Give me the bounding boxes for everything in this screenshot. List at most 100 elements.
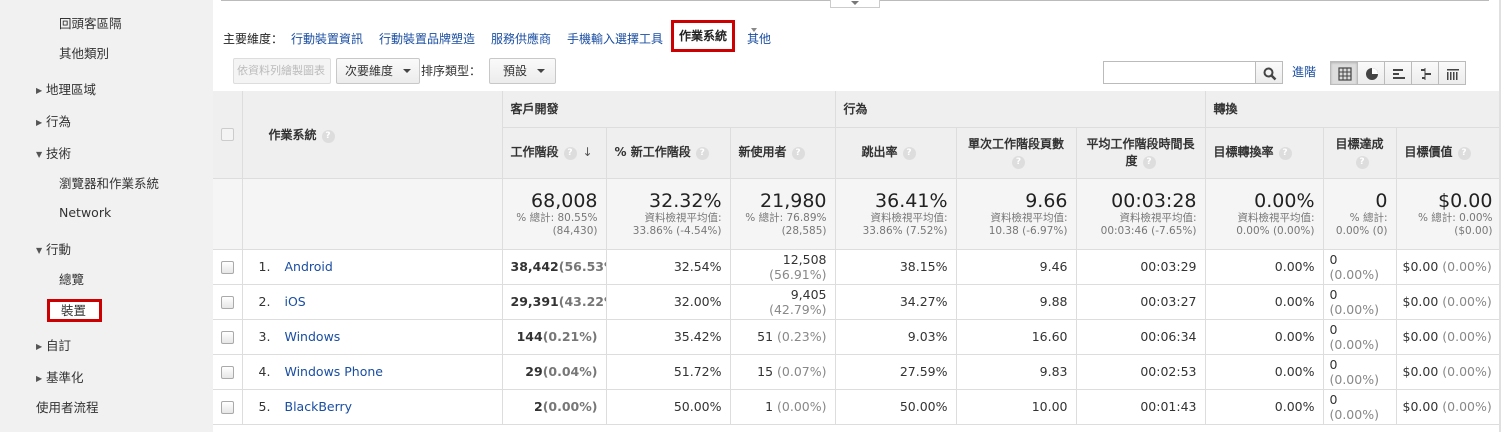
cell-goal-value: $0.00 (0.00%) <box>1396 249 1501 285</box>
os-cell: 4. Windows Phone <box>242 354 503 390</box>
sidebar-item-users-flow[interactable]: 使用者流程 <box>0 397 213 419</box>
caret-right-icon: ▶ <box>36 374 43 383</box>
row-checkbox[interactable] <box>221 401 234 414</box>
metric-header-goal-value[interactable]: 目標價值? <box>1396 127 1501 179</box>
os-link[interactable]: Windows Phone <box>285 364 384 379</box>
sidebar-item-benchmarking[interactable]: ▶ 基準化 <box>0 367 213 389</box>
sidebar-item-behavior[interactable]: ▶ 行為 <box>0 111 213 133</box>
metric-header-goal-conversion-rate[interactable]: 目標轉換率? <box>1205 127 1324 179</box>
group-conversions: 轉換 <box>1205 91 1501 128</box>
sidebar-item-overview[interactable]: 總覽 <box>0 269 213 291</box>
cell-goal-value: $0.00 (0.00%) <box>1396 284 1501 320</box>
sidebar-item-other-category[interactable]: 其他類別 <box>0 43 213 65</box>
sidebar-item-returning-segment[interactable]: 回頭客區隔 <box>0 13 213 35</box>
dimension-link-service-provider[interactable]: 服務供應商 <box>491 28 551 50</box>
os-link[interactable]: Android <box>285 259 333 274</box>
cell-pages-per-session: 16.60 <box>956 319 1077 355</box>
os-link[interactable]: Windows <box>285 329 341 344</box>
row-rank: 1. <box>258 259 271 274</box>
help-icon[interactable]: ? <box>321 129 335 143</box>
sidebar-item-geo[interactable]: ▶ 地理區域 <box>0 79 213 101</box>
metric-header-new-users[interactable]: 新使用者? <box>730 127 836 179</box>
row-checkbox[interactable] <box>221 331 234 344</box>
sidebar-item-custom[interactable]: ▶ 自訂 <box>0 335 213 357</box>
metric-header-new-sessions-pct[interactable]: % 新工作階段? <box>606 127 731 179</box>
cell-goal-value: $0.00 (0.00%) <box>1396 354 1501 390</box>
cell-new-users: 15 (0.07%) <box>730 354 836 390</box>
cell-sessions: 29(0.04%) <box>502 354 607 390</box>
table-row: 5. BlackBerry 2(0.00%) 50.00% 1 (0.00%) 50.00… <box>213 389 1501 425</box>
cell-new-sessions-pct: 51.72% <box>606 354 731 390</box>
sidebar-item-technology[interactable]: ▼ 技術 <box>0 143 213 165</box>
help-icon[interactable]: ? <box>902 147 916 160</box>
comparison-view-button[interactable] <box>1411 61 1439 85</box>
total-goal-value: $0.00% 總計: 0.00% ($0.00) <box>1396 178 1501 250</box>
bar-view-button[interactable] <box>1384 61 1412 85</box>
advanced-filter-link[interactable]: 進階 <box>1292 61 1316 84</box>
sidebar-item-network[interactable]: Network <box>0 202 213 224</box>
sidebar-item-devices[interactable]: 裝置 <box>47 299 102 322</box>
sidebar-item-browser-os[interactable]: 瀏覽器和作業系統 <box>0 173 213 195</box>
totals-row: 68,008% 總計: 80.55% (84,430) 32.32% 資料檢視平均值… <box>213 178 1501 250</box>
dimension-active-os[interactable]: 作業系統 <box>671 20 736 52</box>
total-pages-per-session: 9.66 資料檢視平均值: 10.38 (-6.97%) <box>956 178 1077 250</box>
help-icon[interactable]: ? <box>1457 147 1471 160</box>
row-rank: 3. <box>258 329 271 344</box>
dimension-link-mobile-brand[interactable]: 行動裝置品牌塑造 <box>379 28 475 50</box>
help-icon[interactable]: ? <box>1142 155 1156 169</box>
metric-header-goal-completions[interactable]: 目標達成? <box>1323 127 1397 179</box>
search-button[interactable] <box>1255 61 1283 84</box>
metric-header-bounce-rate[interactable]: 跳出率? <box>835 127 957 179</box>
chevron-down-icon <box>751 28 757 32</box>
row-checkbox[interactable] <box>221 296 234 309</box>
header-group-row: 作業系統? 客戶開發 行為 轉換 <box>213 91 1501 179</box>
cell-new-sessions-pct: 35.42% <box>606 319 731 355</box>
help-icon[interactable]: ? <box>695 147 709 160</box>
table-search-input[interactable] <box>1103 61 1257 84</box>
help-icon[interactable]: ? <box>1278 147 1292 160</box>
select-all-checkbox[interactable] <box>221 128 234 141</box>
os-link[interactable]: BlackBerry <box>285 399 353 414</box>
plot-rows-button[interactable]: 依資料列繪製圖表 <box>233 58 331 84</box>
row-checkbox[interactable] <box>221 261 234 274</box>
cell-goal-value: $0.00 (0.00%) <box>1396 389 1501 425</box>
cell-bounce-rate: 27.59% <box>835 354 957 390</box>
metric-header-sessions[interactable]: 工作階段? ↓ <box>502 127 607 179</box>
cell-bounce-rate: 34.27% <box>835 284 957 320</box>
cell-sessions: 2(0.00%) <box>502 389 607 425</box>
pie-view-button[interactable] <box>1357 61 1385 85</box>
cell-avg-session-duration: 00:02:53 <box>1076 354 1206 390</box>
total-goal-conversion-rate: 0.00% 資料檢視平均值: 0.00% (0.00%) <box>1205 178 1324 250</box>
help-icon[interactable]: ? <box>1355 155 1369 169</box>
sidebar-item-mobile[interactable]: ▼ 行動 <box>0 239 213 261</box>
help-icon[interactable]: ? <box>1012 155 1025 169</box>
os-link[interactable]: iOS <box>285 294 306 309</box>
secondary-dimension-dropdown[interactable]: 次要維度 <box>336 58 421 84</box>
chevron-down-icon <box>851 1 859 5</box>
os-cell: 2. iOS <box>242 284 503 320</box>
dimension-link-input-selector[interactable]: 手機輸入選擇工具 <box>567 28 663 50</box>
pivot-view-button[interactable] <box>1438 61 1466 85</box>
cell-new-users: 51 (0.23%) <box>730 319 836 355</box>
caret-right-icon: ▶ <box>36 342 43 351</box>
table-view-button[interactable] <box>1330 61 1358 85</box>
help-icon[interactable]: ? <box>791 147 805 160</box>
cell-goal-completions: 0 (0.00%) <box>1323 249 1397 285</box>
os-cell: 3. Windows <box>242 319 503 355</box>
caret-right-icon: ▶ <box>36 118 43 127</box>
collapse-toggle[interactable] <box>830 0 880 8</box>
cell-bounce-rate: 38.15% <box>835 249 957 285</box>
sort-type-dropdown[interactable]: 預設 <box>489 58 557 84</box>
bar-icon <box>1393 69 1405 79</box>
help-icon[interactable]: ? <box>563 147 577 160</box>
chevron-down-icon <box>537 69 546 73</box>
sidebar: 回頭客區隔 其他類別 ▶ 地理區域 ▶ 行為 ▼ 技術 瀏覽器和作業系統 Networ… <box>0 0 213 432</box>
dimension-link-mobile-info[interactable]: 行動裝置資訊 <box>291 28 363 50</box>
metric-header-avg-session-duration[interactable]: 平均工作階段時間長度? <box>1076 127 1206 179</box>
cell-pages-per-session: 10.00 <box>956 389 1077 425</box>
row-checkbox[interactable] <box>221 366 234 379</box>
metric-header-pages-per-session[interactable]: 單次工作階段頁數? <box>956 127 1077 179</box>
cell-new-users: 9,405 (42.79%) <box>730 284 836 320</box>
dimension-header[interactable]: 作業系統? <box>242 91 503 179</box>
search-icon <box>1263 67 1277 81</box>
